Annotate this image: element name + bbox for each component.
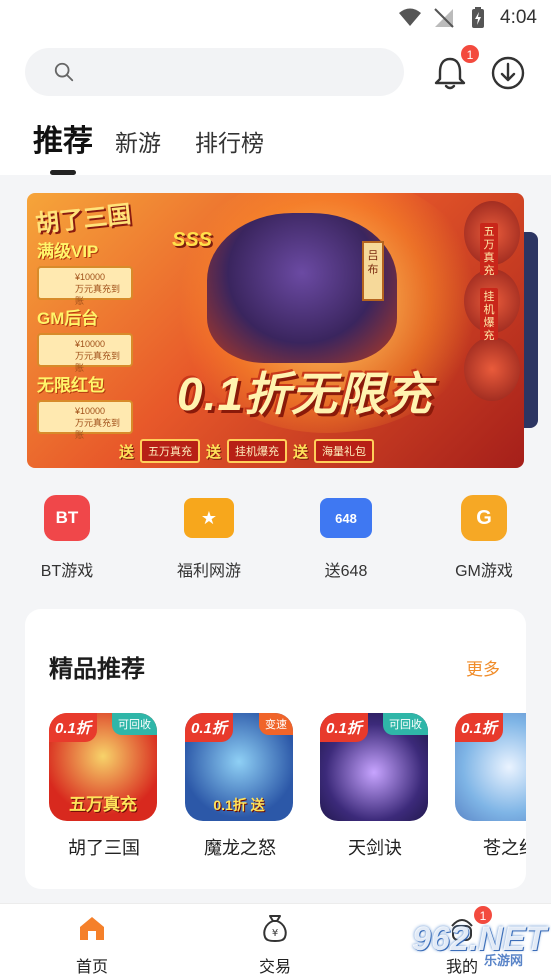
game-icon: 0.1折: [455, 713, 526, 821]
welfare-monitor-icon: ★: [184, 498, 234, 538]
gm-card: ¥10000 万元真充到账: [37, 333, 133, 373]
game-name: 魔龙之怒: [204, 838, 276, 858]
game-name: 胡了三国: [68, 838, 140, 858]
perk-tag: 五万真充: [140, 439, 201, 463]
nav-trade[interactable]: ¥ 交易: [230, 912, 320, 977]
battery-charging-icon: [472, 7, 485, 28]
perk-tag: 海量礼包: [314, 439, 375, 463]
category-gm-games[interactable]: G GM游戏: [419, 495, 549, 581]
game-icon: 0.1折 可回收: [320, 713, 428, 821]
side-character-3: [464, 337, 520, 401]
welfare-icon-star: ★: [200, 507, 218, 528]
side-tag-2: 挂机爆充: [480, 288, 498, 342]
watermark-subtext: 乐游网: [484, 953, 524, 968]
discount-badge: 0.1折: [49, 713, 97, 742]
send-label: 送: [293, 443, 309, 461]
game-icon-text: 0.1折 送: [213, 797, 265, 813]
watermark-text: 962.NET: [412, 920, 547, 958]
hero-name-scroll: 吕布: [362, 241, 384, 301]
rank-badge: SSS: [172, 229, 213, 251]
home-icon: [80, 917, 104, 940]
gm-icon-text: G: [476, 506, 492, 529]
featured-more-link[interactable]: 更多: [466, 655, 500, 680]
promo-banner[interactable]: 胡了三国 满级VIP ¥10000 万元真充到账 GM后台 ¥10000 万元真…: [27, 193, 524, 468]
tab-rankings[interactable]: 排行榜: [195, 124, 264, 158]
top-header: 4:04 1 推荐 新游 排行榜: [0, 0, 551, 175]
game-icon-text: 五万真充: [69, 795, 137, 814]
game-item[interactable]: 0.1折 苍之纪: [455, 713, 526, 860]
perk-tag: 挂机爆充: [227, 439, 288, 463]
gm-title: GM后台: [37, 309, 99, 328]
category-label: GM游戏: [455, 563, 513, 580]
game-item[interactable]: 0.1折 可回收 五万真充 胡了三国: [49, 713, 159, 860]
no-signal-icon: [434, 8, 454, 28]
vip-title: 满级VIP: [37, 242, 99, 261]
wifi-icon: [399, 8, 422, 26]
gm-icon: G: [461, 495, 507, 541]
gm-card-amount: ¥10000: [75, 339, 106, 349]
vip-card: ¥10000 万元真充到账: [37, 266, 133, 306]
category-label: BT游戏: [40, 563, 94, 580]
send-label: 送: [206, 443, 222, 461]
featured-card: 精品推荐 更多 0.1折 可回收 五万真充 胡了三国 0.1折 变速 0.1折 …: [25, 609, 526, 889]
game-name: 苍之纪: [483, 838, 526, 858]
game-item[interactable]: 0.1折 可回收 天剑诀: [320, 713, 430, 860]
category-welfare-games[interactable]: ★ 福利网游: [144, 495, 274, 581]
648-icon-text: 648: [335, 510, 357, 526]
vip-card-amount: ¥10000: [75, 272, 106, 282]
notification-badge: 1: [460, 44, 480, 64]
search-icon: [54, 62, 74, 82]
banner-perk-column: 满级VIP ¥10000 万元真充到账 GM后台 ¥10000 万元真充到账 无…: [37, 233, 147, 440]
bt-icon: BT: [44, 495, 90, 541]
game-tag: 可回收: [112, 713, 157, 735]
side-tag-1: 五万真充: [480, 223, 498, 277]
search-bar[interactable]: [25, 48, 404, 96]
send-label: 送: [119, 443, 135, 461]
category-label: 送648: [324, 563, 368, 580]
category-648[interactable]: 648 送648: [281, 495, 411, 581]
status-time: 4:04: [500, 7, 537, 28]
game-tag: 可回收: [383, 713, 428, 735]
download-icon[interactable]: [488, 53, 528, 93]
svg-text:¥: ¥: [272, 928, 278, 939]
banner-perks: 送 五万真充 送 挂机爆充 送 海量礼包: [119, 439, 375, 463]
featured-game-list: 0.1折 可回收 五万真充 胡了三国 0.1折 变速 0.1折 送 魔龙之怒 0…: [49, 713, 526, 873]
category-bt-games[interactable]: BT BT游戏: [2, 495, 132, 581]
discount-badge: 0.1折: [320, 713, 368, 742]
category-row: BT BT游戏 ★ 福利网游 648 送648 G GM游戏: [0, 495, 551, 585]
nav-label: 交易: [258, 959, 291, 976]
discount-badge: 0.1折: [185, 713, 233, 742]
tab-recommend[interactable]: 推荐: [33, 116, 93, 160]
game-icon: 0.1折 可回收 五万真充: [49, 713, 157, 821]
money-bag-icon: ¥: [263, 915, 287, 943]
game-tag: 变速: [259, 713, 293, 735]
nav-label: 首页: [75, 959, 108, 976]
status-icons: 4:04: [398, 6, 537, 30]
nav-home[interactable]: 首页: [47, 912, 137, 977]
red-packet-title: 无限红包: [37, 376, 105, 395]
banner-slogan: 0.1折无限充: [177, 368, 432, 420]
red-packet-card-desc: 万元真充到账: [75, 418, 121, 440]
status-bar: 4:04: [0, 0, 551, 36]
discount-badge: 0.1折: [455, 713, 503, 742]
bt-icon-text: BT: [55, 508, 79, 527]
game-item[interactable]: 0.1折 变速 0.1折 送 魔龙之怒: [185, 713, 295, 860]
watermark-logo: 962.NET 乐游网: [412, 920, 547, 968]
red-packet-card: ¥10000 万元真充到账: [37, 400, 133, 440]
game-icon: 0.1折 变速 0.1折 送: [185, 713, 293, 821]
game-name: 天剑诀: [348, 838, 402, 858]
red-packet-card-amount: ¥10000: [75, 406, 106, 416]
tab-new-games[interactable]: 新游: [115, 124, 161, 158]
active-tab-indicator: [50, 170, 76, 175]
category-label: 福利网游: [176, 563, 241, 580]
banner-next-peek[interactable]: [524, 232, 538, 428]
featured-title: 精品推荐: [49, 656, 145, 683]
648-icon: 648: [320, 498, 372, 538]
